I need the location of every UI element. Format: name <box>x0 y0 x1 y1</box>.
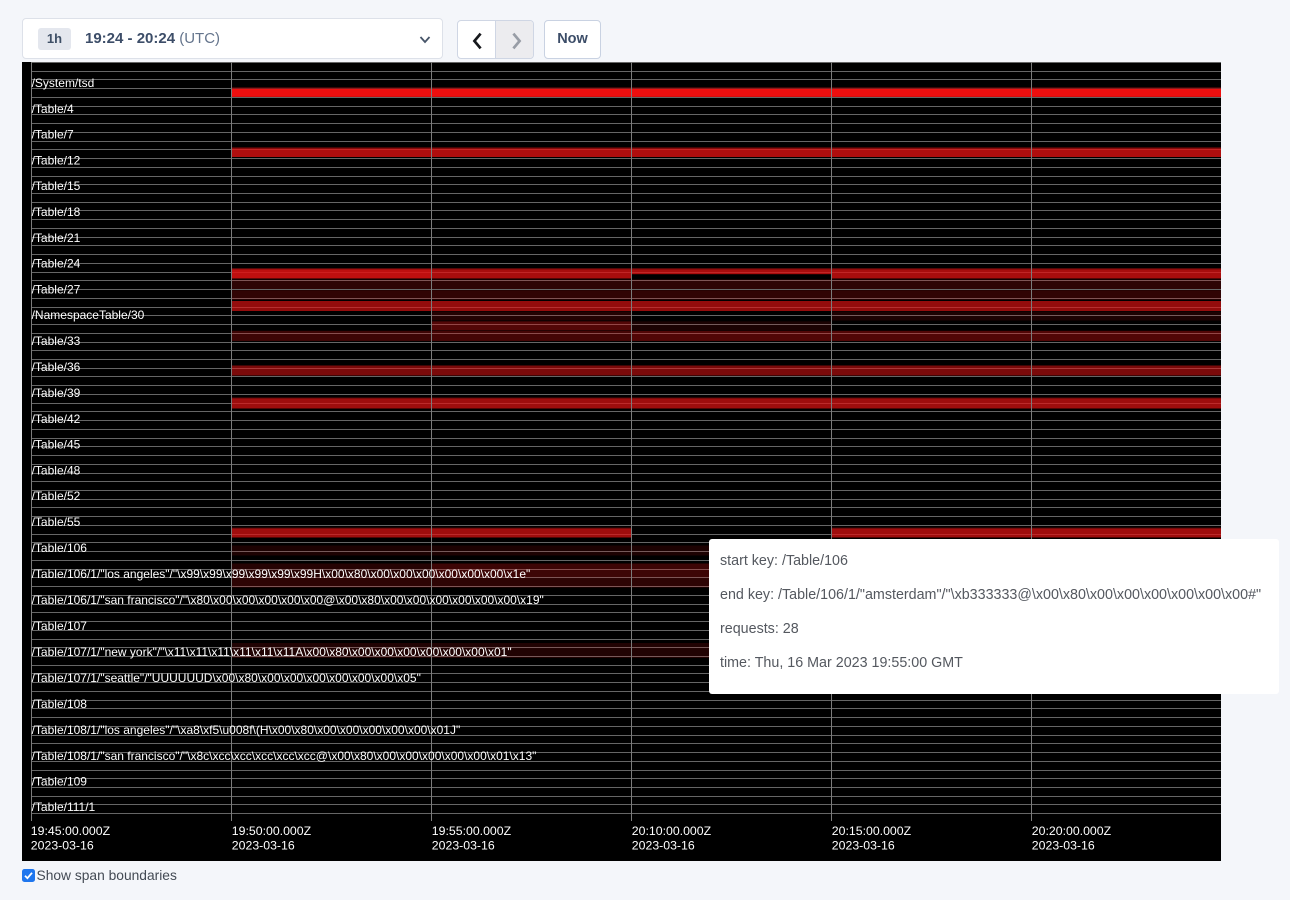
svg-text:/Table/111/1: /Table/111/1 <box>31 800 95 814</box>
svg-text:/Table/4: /Table/4 <box>31 102 73 116</box>
svg-text:/Table/12: /Table/12 <box>31 154 80 168</box>
svg-text:/Table/109: /Table/109 <box>31 775 87 789</box>
svg-text:/Table/107/1/"new york"/"\x11\: /Table/107/1/"new york"/"\x11\x11\x11\x1… <box>31 645 511 659</box>
svg-text:20:15:00.000Z: 20:15:00.000Z <box>831 824 911 838</box>
svg-text:/Table/39: /Table/39 <box>31 386 80 400</box>
svg-text:/Table/107/1/"seattle"/"UUUUUU: /Table/107/1/"seattle"/"UUUUUUD\x00\x80\… <box>31 671 420 685</box>
svg-text:/Table/108: /Table/108 <box>31 697 87 711</box>
svg-text:2023-03-16: 2023-03-16 <box>431 839 494 853</box>
svg-text:20:20:00.000Z: 20:20:00.000Z <box>1031 824 1111 838</box>
svg-text:/Table/7: /Table/7 <box>31 128 73 142</box>
svg-text:/Table/106/1/"san francisco"/": /Table/106/1/"san francisco"/"\x80\x00\x… <box>31 593 543 607</box>
svg-text:/Table/33: /Table/33 <box>31 334 80 348</box>
svg-text:19:55:00.000Z: 19:55:00.000Z <box>431 824 511 838</box>
svg-text:/Table/107: /Table/107 <box>31 619 87 633</box>
svg-text:/System/tsd: /System/tsd <box>31 76 94 90</box>
svg-text:/Table/106: /Table/106 <box>31 541 87 555</box>
svg-text:19:50:00.000Z: 19:50:00.000Z <box>231 824 311 838</box>
svg-text:/Table/18: /Table/18 <box>31 205 80 219</box>
svg-text:/Table/15: /Table/15 <box>31 179 80 193</box>
svg-text:/Table/27: /Table/27 <box>31 283 80 297</box>
svg-text:2023-03-16: 2023-03-16 <box>1031 839 1094 853</box>
svg-text:2023-03-16: 2023-03-16 <box>231 839 294 853</box>
svg-text:/NamespaceTable/30: /NamespaceTable/30 <box>31 308 144 322</box>
svg-text:/Table/108/1/"los angeles"/"\x: /Table/108/1/"los angeles"/"\xa8\xf5\u00… <box>31 723 460 737</box>
svg-text:20:10:00.000Z: 20:10:00.000Z <box>631 824 711 838</box>
svg-text:2023-03-16: 2023-03-16 <box>831 839 894 853</box>
svg-text:/Table/36: /Table/36 <box>31 360 80 374</box>
svg-text:/Table/48: /Table/48 <box>31 464 80 478</box>
svg-text:/Table/45: /Table/45 <box>31 438 80 452</box>
svg-text:/Table/24: /Table/24 <box>31 257 80 271</box>
svg-text:/Table/106/1/"los angeles"/"\x: /Table/106/1/"los angeles"/"\x99\x99\x99… <box>31 567 530 581</box>
svg-text:2023-03-16: 2023-03-16 <box>631 839 694 853</box>
svg-text:/Table/55: /Table/55 <box>31 515 80 529</box>
svg-text:/Table/108/1/"san francisco"/": /Table/108/1/"san francisco"/"\x8c\xcc\x… <box>31 749 536 763</box>
svg-text:19:45:00.000Z: 19:45:00.000Z <box>30 824 110 838</box>
svg-text:2023-03-16: 2023-03-16 <box>30 839 93 853</box>
svg-text:/Table/21: /Table/21 <box>31 231 80 245</box>
svg-text:/Table/42: /Table/42 <box>31 412 80 426</box>
svg-text:/Table/52: /Table/52 <box>31 489 80 503</box>
